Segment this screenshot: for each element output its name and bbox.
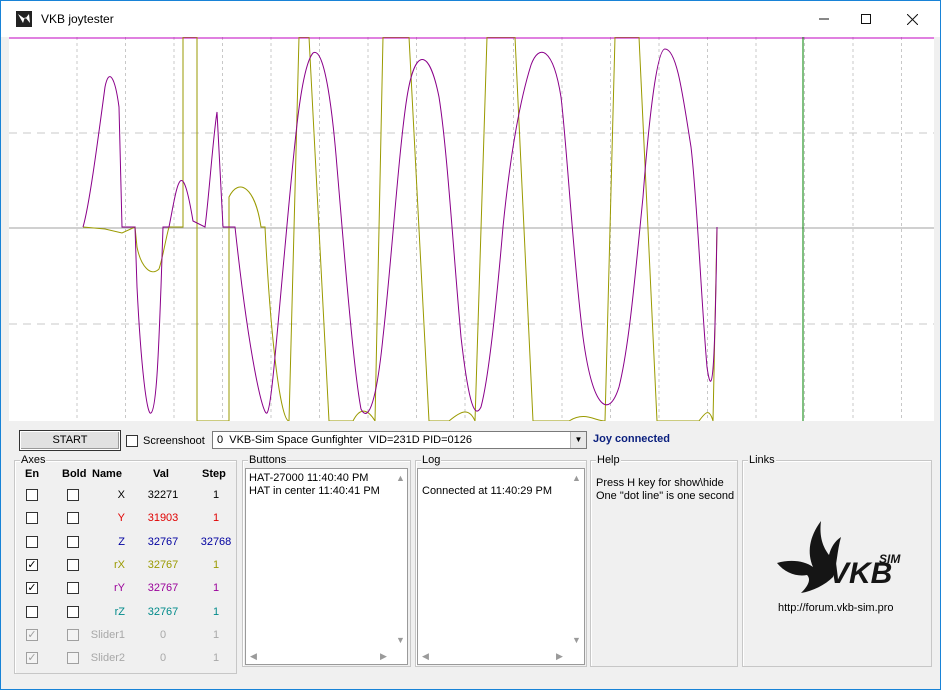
scroll-left-icon[interactable]: ◀ (422, 651, 429, 662)
scroll-down-icon[interactable]: ▼ (396, 635, 405, 645)
axis-enable-checkbox[interactable] (26, 536, 38, 548)
screenshot-label[interactable]: Screenshoot (143, 435, 205, 447)
plot-grid (9, 37, 934, 421)
axis-bold-checkbox[interactable] (67, 536, 79, 548)
scroll-right-icon[interactable]: ▶ (556, 651, 563, 662)
maximize-button[interactable] (843, 1, 889, 37)
device-select-value: 0 VKB-Sim Space Gunfighter VID=231D PID=… (217, 434, 472, 446)
axis-step: 1 (212, 559, 220, 571)
axis-enable-checkbox[interactable]: ✓ (26, 582, 38, 594)
series-rx-line (82, 37, 718, 421)
axis-enable-checkbox[interactable] (26, 512, 38, 524)
axis-plot-svg (9, 37, 934, 421)
app-window: VKB joytester START Screenshoot 0 VKB-Si… (0, 0, 941, 690)
log-listbox[interactable]: Connected at 11:40:29 PM ▲ ▼ ◀ ▶ (417, 468, 585, 665)
axis-enable-checkbox: ✓ (26, 652, 38, 664)
axis-bold-checkbox[interactable] (67, 489, 79, 501)
vkb-sim-logo[interactable]: VKB SIM (773, 519, 903, 597)
axis-value: 32767 (147, 559, 179, 571)
buttons-line: HAT-27000 11:40:40 PM (249, 472, 369, 484)
buttons-line: HAT in center 11:40:41 PM (249, 485, 380, 497)
help-line: Press H key for show\hide (596, 477, 724, 489)
axis-enable-checkbox: ✓ (26, 629, 38, 641)
close-icon (906, 13, 918, 25)
axis-bold-checkbox[interactable] (67, 559, 79, 571)
axis-value: 0 (159, 629, 167, 641)
axis-plot-area (9, 37, 934, 421)
links-group-title: Links (748, 453, 776, 467)
axes-group-title: Axes (20, 453, 47, 467)
buttons-listbox[interactable]: HAT-27000 11:40:40 PM HAT in center 11:4… (245, 468, 408, 665)
axis-step: 1 (212, 512, 220, 524)
axis-bold-checkbox[interactable] (67, 582, 79, 594)
title-bar[interactable]: VKB joytester (1, 1, 940, 37)
axis-step: 1 (212, 629, 220, 641)
series-ry-line (82, 48, 718, 414)
axis-bold-checkbox (67, 629, 79, 641)
scroll-up-icon[interactable]: ▲ (396, 473, 405, 483)
axis-step: 32768 (200, 536, 232, 548)
scroll-left-icon[interactable]: ◀ (250, 651, 257, 662)
buttons-group-title: Buttons (248, 453, 288, 467)
axis-name: X (117, 489, 125, 501)
axis-value: 0 (159, 652, 167, 664)
axis-enable-checkbox[interactable] (26, 606, 38, 618)
axis-name: Slider1 (90, 629, 125, 641)
axis-name: rX (114, 559, 125, 571)
connection-status: Joy connected (593, 433, 671, 445)
axis-name: rY (114, 582, 125, 594)
axis-step: 1 (212, 489, 220, 501)
axis-name: rZ (114, 606, 125, 618)
axis-value: 31903 (147, 512, 179, 524)
axis-name: Z (118, 536, 125, 548)
axis-value: 32767 (147, 582, 179, 594)
close-button[interactable] (889, 1, 935, 37)
chevron-down-icon[interactable]: ▼ (570, 432, 586, 448)
minimize-icon (819, 18, 829, 20)
scroll-down-icon[interactable]: ▼ (572, 635, 581, 645)
axis-bold-checkbox (67, 652, 79, 664)
device-select[interactable]: 0 VKB-Sim Space Gunfighter VID=231D PID=… (212, 431, 587, 449)
forum-link[interactable]: http://forum.vkb-sim.pro (778, 602, 894, 614)
axis-step: 1 (212, 582, 220, 594)
axis-enable-checkbox[interactable]: ✓ (26, 559, 38, 571)
axes-header-bold: Bold (62, 468, 87, 480)
axes-header-step: Step (202, 468, 226, 480)
axes-header-name: Name (92, 468, 122, 480)
axis-value: 32767 (147, 606, 179, 618)
scroll-right-icon[interactable]: ▶ (380, 651, 387, 662)
axis-name: Slider2 (90, 652, 125, 664)
window-title: VKB joytester (41, 12, 114, 26)
help-line: One "dot line" is one second (596, 490, 735, 502)
log-group-title: Log (421, 453, 442, 467)
log-line: Connected at 11:40:29 PM (422, 485, 553, 497)
axis-name: Y (117, 512, 125, 524)
screenshot-checkbox[interactable] (126, 435, 138, 447)
help-group-title: Help (596, 453, 621, 467)
axis-bold-checkbox[interactable] (67, 512, 79, 524)
axis-value: 32271 (147, 489, 179, 501)
axis-enable-checkbox[interactable] (26, 489, 38, 501)
maximize-icon (861, 14, 871, 24)
scroll-up-icon[interactable]: ▲ (572, 473, 581, 483)
vkb-bird-icon (16, 11, 32, 27)
axis-step: 1 (212, 652, 220, 664)
logo-sup: SIM (879, 552, 901, 566)
axis-step: 1 (212, 606, 220, 618)
axes-header-en: En (25, 468, 40, 480)
start-button[interactable]: START (19, 430, 121, 451)
minimize-button[interactable] (801, 1, 847, 37)
axis-bold-checkbox[interactable] (67, 606, 79, 618)
axes-header-val: Val (153, 468, 169, 480)
axis-value: 32767 (147, 536, 179, 548)
